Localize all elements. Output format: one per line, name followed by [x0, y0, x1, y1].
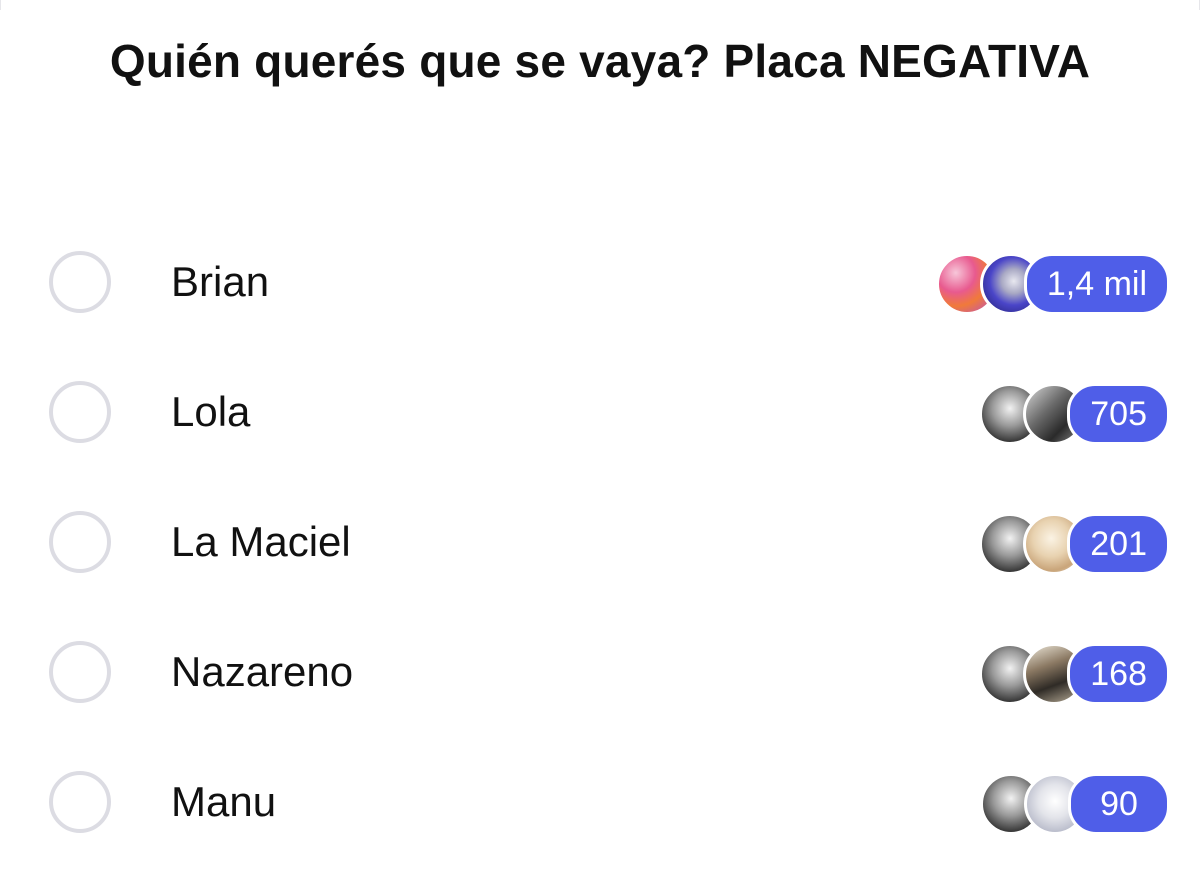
radio-button[interactable]	[49, 511, 111, 573]
radio-button[interactable]	[49, 381, 111, 443]
poll-card: Quién querés que se vaya? Placa NEGATIVA…	[0, 0, 1200, 881]
radio-button[interactable]	[49, 251, 111, 313]
poll-option-nazareno[interactable]: Nazareno 168	[0, 608, 1200, 738]
poll-title: Quién querés que se vaya? Placa NEGATIVA	[109, 35, 1091, 87]
option-label: Nazareno	[171, 648, 354, 695]
poll-option-lola[interactable]: Lola 705	[0, 348, 1200, 478]
vote-summary[interactable]: 168	[979, 643, 1170, 705]
vote-summary[interactable]: 90	[980, 773, 1170, 835]
vote-summary[interactable]: 1,4 mil	[935, 253, 1170, 315]
poll-option-manu[interactable]: Manu 90	[0, 738, 1200, 868]
card-top-edge	[0, 0, 1200, 10]
vote-summary[interactable]: 201	[979, 513, 1170, 575]
poll-option-la-maciel[interactable]: La Maciel 201	[0, 478, 1200, 608]
vote-count-badge[interactable]: 168	[1067, 643, 1170, 705]
vote-count-badge[interactable]: 705	[1067, 383, 1170, 445]
vote-count-badge[interactable]: 201	[1067, 513, 1170, 575]
option-label: La Maciel	[171, 518, 351, 565]
poll-option-brian[interactable]: Brian 1,4 mil	[0, 218, 1200, 348]
option-label: Lola	[171, 388, 251, 435]
option-label: Manu	[171, 778, 277, 825]
poll-options: Brian 1,4 mil Lola 705 La Maciel 201 Naz…	[0, 218, 1200, 868]
option-label: Brian	[171, 258, 270, 305]
radio-button[interactable]	[49, 641, 111, 703]
radio-button[interactable]	[49, 771, 111, 833]
vote-summary[interactable]: 705	[979, 383, 1170, 445]
vote-count-badge[interactable]: 1,4 mil	[1023, 253, 1170, 315]
vote-count-badge[interactable]: 90	[1068, 773, 1170, 835]
